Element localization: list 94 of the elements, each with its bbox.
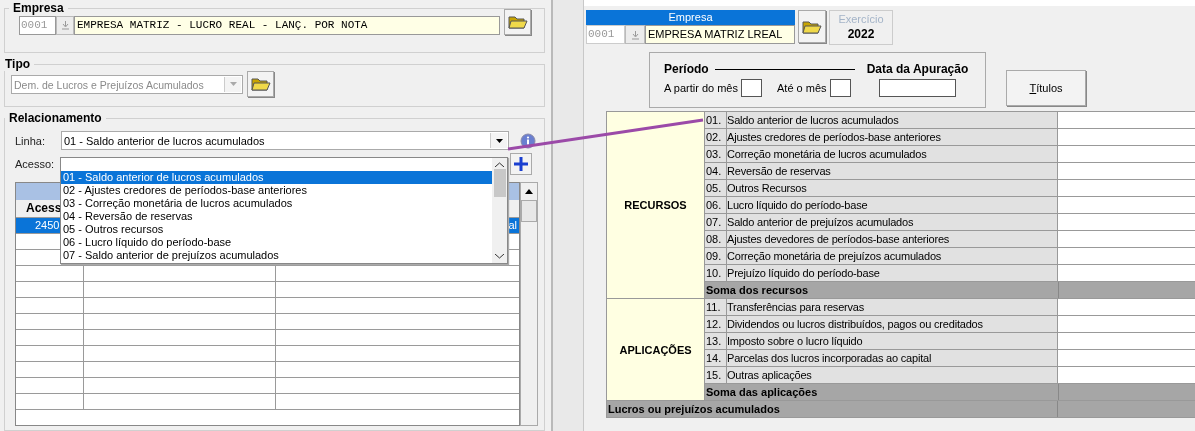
month-field[interactable] [741, 79, 762, 97]
scroll-down-icon [495, 254, 504, 259]
line-number: 13. [705, 333, 727, 349]
line-number: 03. [705, 146, 727, 162]
group-label: RECURSOS [607, 112, 705, 299]
value-field[interactable] [1058, 112, 1195, 128]
value-field[interactable] [1058, 163, 1195, 179]
line-number: 01. [705, 112, 727, 128]
value-field[interactable] [1058, 146, 1195, 162]
open-button[interactable] [247, 71, 274, 97]
line-description: Prejuízo líquido do período-base [727, 265, 1058, 281]
section-title: Relacionamento [8, 111, 103, 125]
add-button[interactable] [510, 153, 532, 175]
field-label: Acesso: [15, 158, 56, 170]
download-arrow-icon [60, 20, 70, 30]
line-number: 10. [705, 265, 727, 281]
scroll-up-icon [525, 189, 533, 194]
value-field[interactable] [1058, 367, 1195, 383]
value-field[interactable] [1058, 129, 1195, 145]
type-dropdown[interactable]: Dem. de Lucros e Prejuízos Acumulados [11, 74, 243, 94]
company-header: Empresa [586, 10, 795, 25]
line-number: 04. [705, 163, 727, 179]
value-field[interactable] [1058, 180, 1195, 196]
scroll-thumb[interactable] [521, 200, 537, 222]
group-title: Período [664, 62, 709, 76]
line-description: Transferências para reservas [727, 299, 1058, 315]
line-description: Imposto sobre o lucro líquido [727, 333, 1058, 349]
download-arrow-icon [630, 29, 640, 40]
dropdown-option[interactable]: 02 - Ajustes credores de períodos-base anteriores [61, 184, 492, 197]
value-field[interactable] [1058, 316, 1195, 332]
lookup-button[interactable] [56, 15, 74, 35]
section-title: Empresa [12, 1, 65, 15]
open-button[interactable] [798, 10, 826, 43]
value-field[interactable] [1058, 248, 1195, 264]
field-label: A partir do mês [664, 82, 738, 94]
line-description: Saldo anterior de lucros acumulados [727, 112, 1058, 128]
line-description: Dividendos ou lucros distribuídos, pagos ou creditados [727, 316, 1058, 332]
line-description: Correção monetária de lucros acumulados [727, 146, 1058, 162]
plus-icon [513, 156, 529, 172]
caret-icon [495, 138, 503, 143]
line-number: 09. [705, 248, 727, 264]
line-description: Outros Recursos [727, 180, 1058, 196]
titles-button[interactable]: Títulos [1006, 70, 1086, 106]
field-label: Linha: [15, 134, 46, 147]
value-field[interactable] [1058, 299, 1195, 315]
value-field[interactable] [1058, 333, 1195, 349]
dropdown-option[interactable]: 06 - Lucro líquido do período-base [61, 236, 492, 249]
line-description: Saldo anterior de prejuízos acumulados [727, 214, 1058, 230]
line-dropdown[interactable]: 01 - Saldo anterior de lucros acumulados [61, 131, 509, 150]
line-description: Reversão de reservas [727, 163, 1058, 179]
group-label: APLICAÇÕES [607, 299, 705, 401]
value-field[interactable] [1058, 197, 1195, 213]
group-title: Data da Apuração [866, 62, 969, 76]
scrollbar[interactable] [520, 182, 538, 426]
line-number: 12. [705, 316, 727, 332]
open-button[interactable] [504, 9, 531, 35]
line-number: 06. [705, 197, 727, 213]
line-number: 14. [705, 350, 727, 366]
info-icon[interactable] [520, 132, 536, 149]
folder-icon [802, 18, 822, 35]
line-number: 02. [705, 129, 727, 145]
section-title: Tipo [4, 57, 32, 71]
scrollbar[interactable] [492, 158, 507, 263]
caret-icon [229, 82, 237, 86]
value-field[interactable] [1058, 231, 1195, 247]
field-label: Até o mês [777, 82, 827, 94]
table-cell-text: al [507, 218, 518, 233]
folder-icon [250, 76, 271, 92]
line-number: 15. [705, 367, 727, 383]
scroll-thumb[interactable] [493, 169, 506, 197]
line-description: Ajustes credores de períodos-base anteriores [727, 129, 1058, 145]
line-description: Lucro líquido do período-base [727, 197, 1058, 213]
year-value: 2022 [847, 27, 875, 41]
company-name-field[interactable]: EMPRESA MATRIZ - LUCRO REAL - LANÇ. POR NOTA [74, 15, 500, 35]
value-field[interactable] [1058, 214, 1195, 230]
dropdown-option[interactable]: 01 - Saldo anterior de lucros acumulados [61, 171, 492, 184]
line-description: Ajustes devedores de períodos-base anteriores [727, 231, 1058, 247]
month-field[interactable] [829, 79, 851, 97]
line-description: Correção monetária de prejuízos acumulados [727, 248, 1058, 264]
line-number: 11. [705, 299, 727, 315]
line-number: 05. [705, 180, 727, 196]
line-description: Outras aplicações [727, 367, 1058, 383]
dropdown-option[interactable]: 07 - Saldo anterior de prejuízos acumulados [61, 249, 492, 262]
value-field[interactable] [1058, 265, 1195, 281]
line-number: 08. [705, 231, 727, 247]
field-label: Exercício [838, 13, 884, 25]
line-description: Parcelas dos lucros incorporadas ao capital [727, 350, 1058, 366]
folder-icon [507, 14, 528, 30]
date-field[interactable] [878, 79, 956, 97]
value-field[interactable] [1058, 350, 1195, 366]
lookup-button[interactable] [625, 25, 645, 44]
line-number: 07. [705, 214, 727, 230]
scroll-up-icon [495, 162, 504, 167]
company-name-field[interactable]: EMPRESA MATRIZ LREAL [645, 25, 795, 44]
